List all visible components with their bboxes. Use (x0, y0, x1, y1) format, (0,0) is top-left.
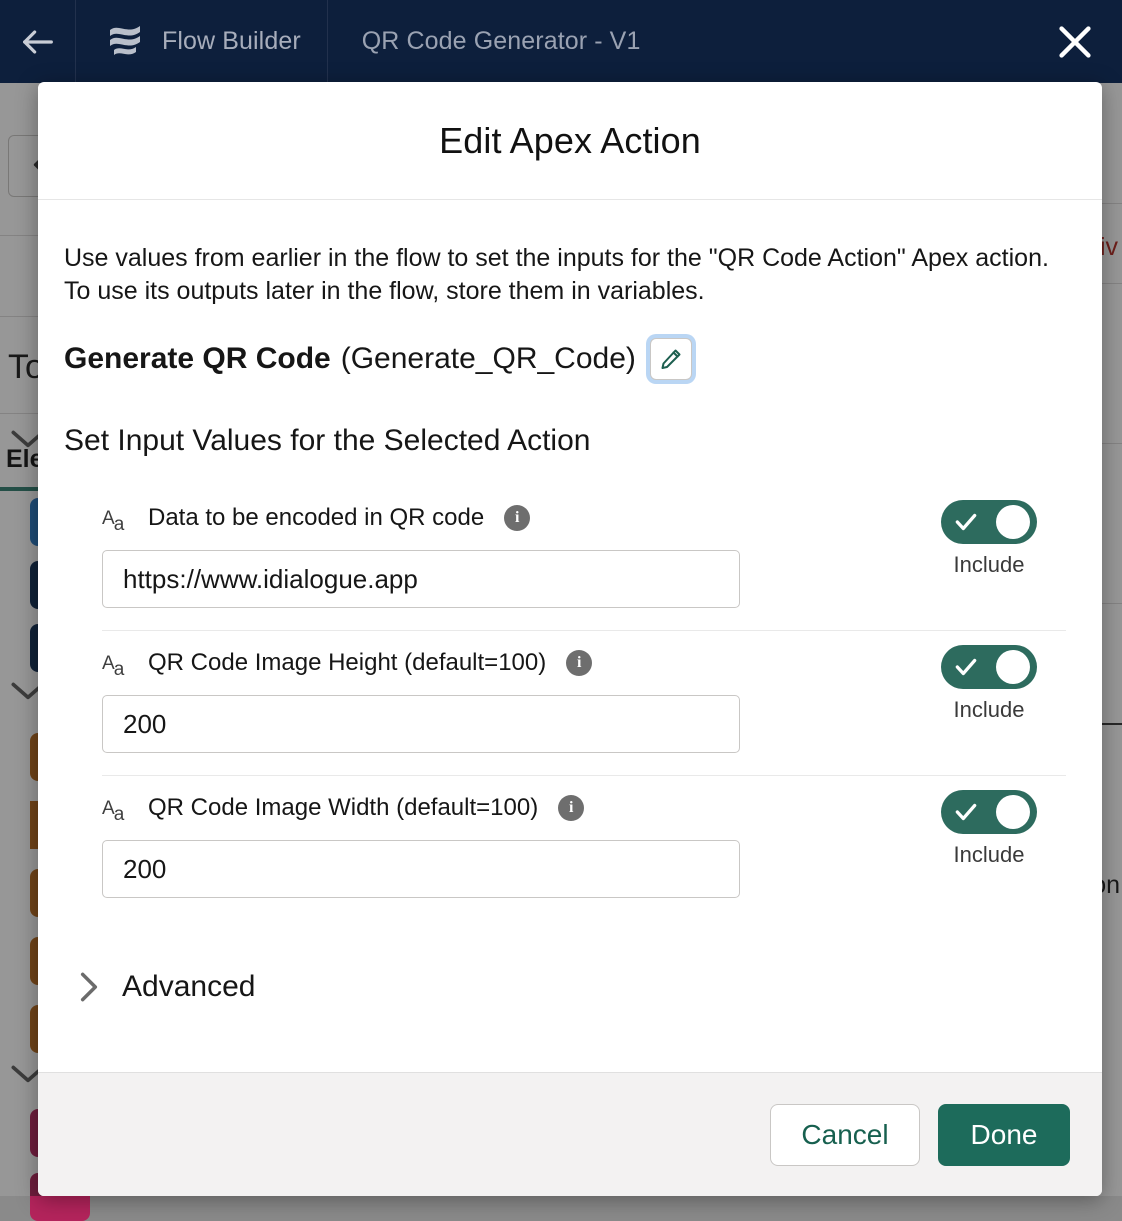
advanced-label: Advanced (122, 970, 255, 1004)
top-bar: Flow Builder QR Code Generator - V1 (0, 0, 1122, 83)
input-row: Aa QR Code Image Width (default=100) i I… (102, 775, 1066, 920)
toggle-knob (996, 505, 1030, 539)
back-button[interactable] (0, 0, 76, 83)
app-root: iv on To Ele (0, 0, 1122, 1196)
input-row: Aa QR Code Image Height (default=100) i … (102, 630, 1066, 775)
include-toggle[interactable] (941, 500, 1037, 544)
include-toggle-wrapper: Include (934, 790, 1044, 868)
include-toggle-wrapper: Include (934, 500, 1044, 578)
pencil-icon (659, 347, 683, 371)
arrow-left-icon (18, 22, 58, 62)
modal-title: Edit Apex Action (439, 120, 701, 162)
modal-intro-text: Use values from earlier in the flow to s… (64, 242, 1064, 308)
section-title: Set Input Values for the Selected Action (64, 424, 1076, 458)
input-label: QR Code Image Width (default=100) (148, 794, 538, 822)
cancel-button[interactable]: Cancel (770, 1104, 920, 1166)
info-icon[interactable]: i (504, 505, 530, 531)
close-button[interactable] (1048, 15, 1102, 69)
selected-action-line: Generate QR Code (Generate_QR_Code) (64, 338, 1076, 380)
input-field-data-to-encode[interactable] (102, 550, 740, 608)
include-toggle-label: Include (954, 697, 1025, 723)
input-label: QR Code Image Height (default=100) (148, 649, 546, 677)
text-type-icon: Aa (102, 654, 136, 673)
modal-body: Use values from earlier in the flow to s… (38, 200, 1102, 1072)
text-type-icon: Aa (102, 509, 136, 528)
action-api-name: (Generate_QR_Code) (341, 342, 636, 376)
input-label: Data to be encoded in QR code (148, 504, 484, 532)
include-toggle-wrapper: Include (934, 645, 1044, 723)
input-field-image-width[interactable] (102, 840, 740, 898)
info-icon[interactable]: i (566, 650, 592, 676)
check-icon (953, 509, 979, 535)
action-label: Generate QR Code (64, 342, 331, 376)
input-row: Aa Data to be encoded in QR code i Inclu… (102, 486, 1066, 630)
toggle-knob (996, 795, 1030, 829)
include-toggle[interactable] (941, 645, 1037, 689)
input-label-line: Aa Data to be encoded in QR code i (102, 500, 1066, 536)
include-toggle-label: Include (954, 842, 1025, 868)
include-toggle[interactable] (941, 790, 1037, 834)
chevron-right-icon (76, 968, 102, 1006)
flow-builder-label: Flow Builder (162, 27, 301, 56)
input-values-list: Aa Data to be encoded in QR code i Inclu… (64, 486, 1076, 920)
include-toggle-label: Include (954, 552, 1025, 578)
edit-action-button[interactable] (650, 338, 692, 380)
flow-builder-logo-icon (106, 21, 146, 63)
check-icon (953, 799, 979, 825)
modal-header: Edit Apex Action (38, 82, 1102, 200)
flow-name-label: QR Code Generator - V1 (328, 27, 641, 56)
text-type-icon: Aa (102, 799, 136, 818)
info-icon[interactable]: i (558, 795, 584, 821)
input-label-line: Aa QR Code Image Width (default=100) i (102, 790, 1066, 826)
done-button[interactable]: Done (938, 1104, 1070, 1166)
toggle-knob (996, 650, 1030, 684)
input-label-line: Aa QR Code Image Height (default=100) i (102, 645, 1066, 681)
edit-apex-action-modal: Edit Apex Action Use values from earlier… (38, 82, 1102, 1196)
modal-footer: Cancel Done (38, 1072, 1102, 1196)
advanced-section-toggle[interactable]: Advanced (64, 968, 1076, 1006)
close-icon (1052, 19, 1098, 65)
input-field-image-height[interactable] (102, 695, 740, 753)
flow-builder-home-link[interactable]: Flow Builder (76, 0, 328, 83)
check-icon (953, 654, 979, 680)
